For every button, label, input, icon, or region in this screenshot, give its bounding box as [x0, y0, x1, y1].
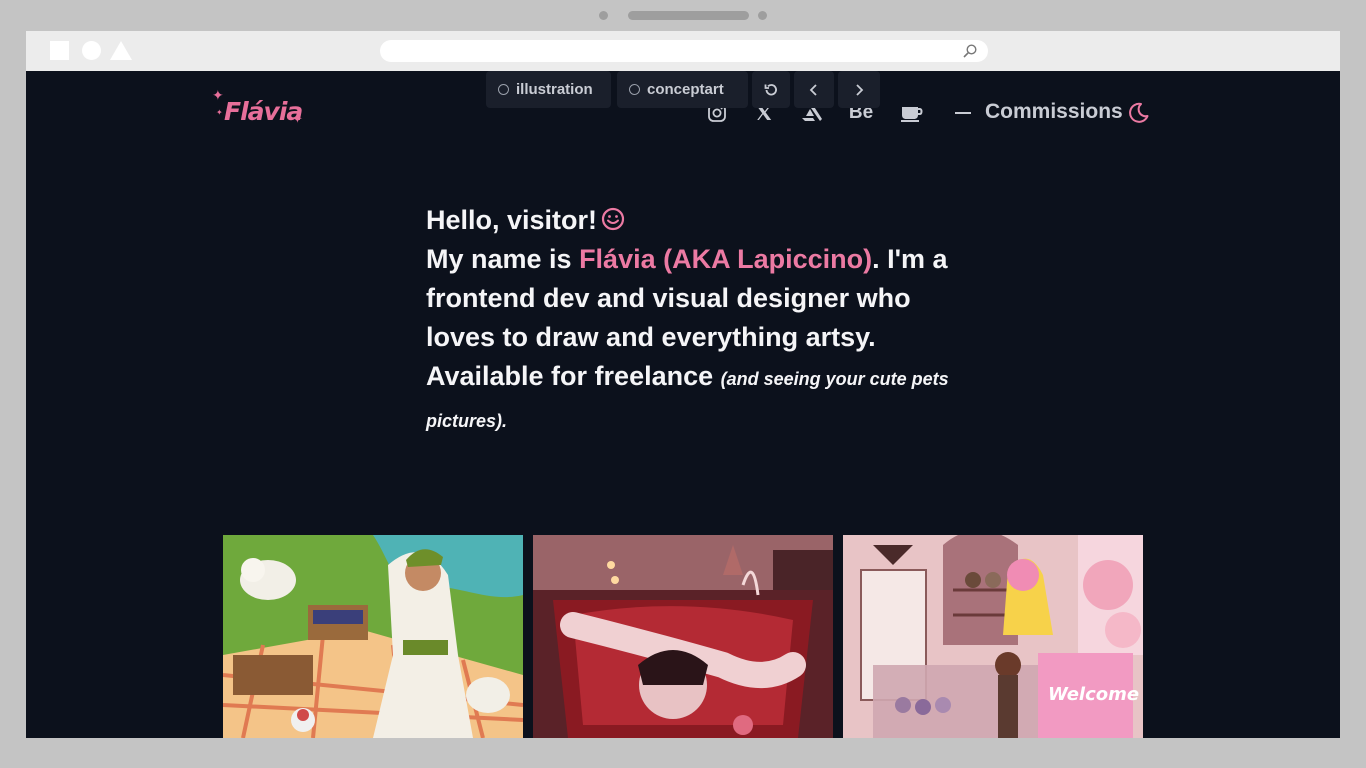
reset-button[interactable] — [752, 71, 790, 108]
gallery-thumbnail-picnic[interactable] — [223, 535, 523, 738]
tag-label: conceptart — [647, 81, 724, 98]
smiley-icon — [601, 207, 625, 231]
search-icon[interactable] — [962, 43, 978, 59]
square-icon — [50, 41, 69, 60]
tag-label: illustration — [516, 81, 593, 98]
gallery-thumbnail-cafe[interactable]: Welcome — [843, 535, 1143, 738]
prev-button[interactable] — [794, 71, 834, 108]
device-dot-right — [758, 11, 767, 20]
circle-icon — [82, 41, 101, 60]
radio-icon — [629, 84, 640, 95]
artwork-picnic — [223, 535, 523, 738]
nav-divider — [955, 112, 971, 114]
name-highlight: Flávia (AKA Lapiccino) — [579, 244, 873, 274]
browser-toolbar — [26, 31, 1340, 71]
page-viewport: ✦ ✦ Flávia ✦ Bē Commissions Hello, visit… — [26, 71, 1340, 738]
greeting: Hello, visitor! — [426, 205, 598, 235]
commissions-link[interactable]: Commissions — [985, 100, 1123, 124]
browser-window: ✦ ✦ Flávia ✦ Bē Commissions Hello, visit… — [26, 31, 1340, 738]
gallery-thumbnail-bath[interactable] — [533, 535, 833, 738]
artwork-cafe: Welcome — [843, 535, 1143, 738]
radio-icon — [498, 84, 509, 95]
intro-text: Hello, visitor! My name is Flávia (AKA L… — [426, 201, 956, 441]
device-speaker — [628, 11, 749, 20]
address-bar[interactable] — [380, 40, 988, 62]
device-top-bar — [0, 11, 1366, 21]
intro-prefix: My name is — [426, 244, 580, 274]
coffee-cup-icon[interactable] — [899, 100, 925, 126]
chevron-left-icon — [809, 83, 817, 96]
tag-filter-illustration[interactable]: illustration — [486, 71, 611, 108]
moon-icon[interactable] — [1125, 100, 1151, 126]
triangle-icon — [110, 41, 132, 60]
next-button[interactable] — [838, 71, 880, 108]
welcome-sign: Welcome — [1048, 684, 1139, 705]
chevron-right-icon — [856, 83, 864, 96]
device-dot-left — [599, 11, 608, 20]
artwork-bath — [533, 535, 833, 738]
tag-filter-conceptart[interactable]: conceptart — [617, 71, 748, 108]
reset-icon — [764, 83, 777, 95]
